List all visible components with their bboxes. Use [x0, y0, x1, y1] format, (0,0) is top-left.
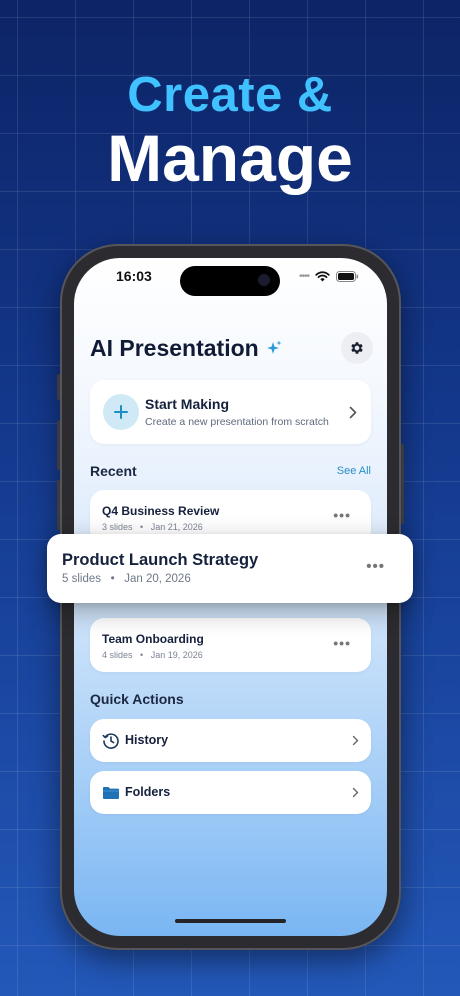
chevron-right-icon: [349, 406, 357, 419]
plus-icon: [114, 405, 128, 419]
phone-volume-down: [57, 480, 60, 530]
start-making-title: Start Making: [145, 396, 230, 412]
phone-volume-up: [57, 420, 60, 470]
phone-power-button: [401, 444, 404, 524]
signal-dots-icon: ••••: [298, 271, 310, 282]
meta-separator: •: [140, 522, 144, 532]
meta-separator: •: [140, 650, 144, 660]
wifi-icon: [315, 271, 330, 282]
app-title: AI Presentation: [90, 334, 259, 361]
recent-item[interactable]: Team Onboarding 4 slides • Jan 19, 2026 …: [90, 618, 371, 672]
chevron-right-icon: [352, 787, 359, 798]
home-indicator: [175, 919, 286, 923]
settings-button[interactable]: [341, 332, 373, 364]
status-bar: 16:03 ••••: [74, 258, 387, 298]
history-clock-icon: [102, 733, 119, 749]
recent-item-date: Jan 21, 2026: [150, 522, 203, 532]
promo-headline: Create & Manage: [0, 66, 460, 194]
camera-icon: [258, 274, 270, 286]
recent-item-title: Team Onboarding: [102, 632, 204, 646]
folders-label: Folders: [125, 785, 171, 799]
quick-actions-heading: Quick Actions: [90, 691, 184, 707]
headline-line-2: Manage: [107, 121, 353, 195]
history-label: History: [125, 733, 169, 747]
battery-icon: [336, 271, 359, 282]
sparkle-icon: [266, 340, 282, 354]
recent-item-title: Product Launch Strategy: [62, 551, 259, 569]
recent-item-meta: 5 slides • Jan 20, 2026: [62, 573, 191, 585]
recent-item-meta: 4 slides • Jan 19, 2026: [102, 650, 203, 660]
recent-item-date: Jan 20, 2026: [124, 573, 191, 585]
more-options-icon[interactable]: •••: [333, 507, 351, 523]
recent-heading: Recent: [90, 463, 137, 479]
header: AI Presentation: [90, 332, 373, 364]
gear-icon: [351, 342, 363, 354]
start-making-card[interactable]: Start Making Create a new presentation f…: [90, 380, 371, 444]
quick-action-history[interactable]: History: [90, 719, 371, 762]
quick-action-folders[interactable]: Folders: [90, 771, 371, 814]
dynamic-island: [180, 266, 280, 296]
headline-line-1: Create &: [127, 68, 333, 122]
more-options-icon[interactable]: •••: [366, 558, 385, 575]
slide-count: 5 slides: [62, 573, 101, 585]
slide-count: 4 slides: [102, 650, 133, 660]
meta-separator: •: [110, 573, 115, 585]
status-time: 16:03: [116, 268, 152, 284]
plus-button: [103, 394, 139, 430]
more-options-icon[interactable]: •••: [333, 635, 351, 651]
status-icons: ••••: [299, 271, 359, 282]
folder-icon: [103, 787, 119, 799]
recent-item-title: Q4 Business Review: [102, 504, 220, 518]
recent-item-highlighted[interactable]: Product Launch Strategy 5 slides • Jan 2…: [47, 534, 413, 603]
slide-count: 3 slides: [102, 522, 133, 532]
recent-item-meta: 3 slides • Jan 21, 2026: [102, 522, 203, 532]
recent-item-date: Jan 19, 2026: [150, 650, 203, 660]
phone-mute-switch: [57, 374, 60, 400]
see-all-link[interactable]: See All: [337, 465, 371, 477]
start-making-subtitle: Create a new presentation from scratch: [145, 416, 329, 428]
chevron-right-icon: [352, 735, 359, 746]
